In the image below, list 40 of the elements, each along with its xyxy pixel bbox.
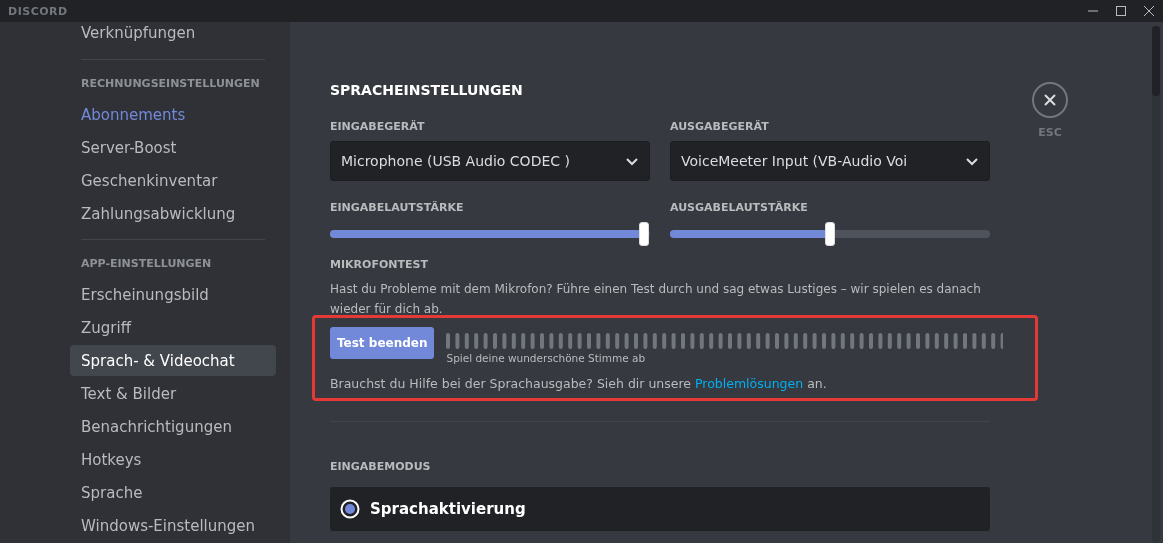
close-icon[interactable] [1144,6,1154,16]
close-icon[interactable] [1032,82,1068,118]
description-text: Hast du Probleme mit dem Mikrofon? Führe einen Test durch und sag etwas Lustiges – wir spielen es danach wieder für dich ab. [330,281,982,318]
sidebar-item[interactable]: Sprache [70,477,276,509]
section-header: APP-EINSTELLUNGEN [80,256,213,273]
sidebar-item[interactable]: Windows-Einstellungen [70,510,276,541]
slider-handle[interactable] [825,222,835,246]
sidebar-item[interactable]: Text & Bilder [70,378,276,410]
sidebar-item[interactable]: Hotkeys [70,444,276,476]
volume-slider[interactable] [670,222,990,246]
scrollbar[interactable] [1152,26,1160,543]
field-label: AUSGABELAUTSTÄRKE [670,201,809,214]
esc-label: ESC [1038,126,1062,139]
device-select[interactable]: VoiceMeeter Input (VB-Audio Voi [670,141,990,181]
section-header: RECHNUNGSEINSTELLUNGEN [80,76,261,93]
sidebar-item[interactable]: Zugriff [70,312,276,344]
section-label: EINGABEMODUS [330,460,432,473]
section-label: MIKROFONTEST [330,258,429,271]
meter-hint: Spiel deine wunderschöne Stimme ab [446,352,647,364]
slider-handle[interactable] [638,222,649,246]
help-text: Brauchst du Hilfe bei der Sprachausgabe? Sieh dir unsere Problemlösungen an. [330,376,828,391]
sidebar-item[interactable]: Sprach- & Videochat [70,345,276,377]
sidebar-item[interactable]: Verknüpfungen [70,22,276,49]
radio-option[interactable]: Sprachaktivierung [330,487,990,531]
radio-icon [340,499,360,519]
sidebar-item[interactable]: Geschenkinventar [70,165,276,197]
maximize-icon[interactable] [1116,6,1126,16]
app-logo: DISCORD [8,4,68,18]
sidebar-item[interactable]: Server-Boost [70,132,276,164]
device-select[interactable]: Microphone (USB Audio CODEC ) [330,141,650,181]
sidebar-item[interactable]: Abonnements [70,99,276,131]
sidebar-item[interactable]: Erscheinungsbild [70,279,276,311]
page-title: SPRACHEINSTELLUNGEN [330,82,524,98]
field-label: EINGABELAUTSTÄRKE [330,201,465,214]
field-label: EINGABEGERÄT [330,120,426,133]
field-label: AUSGABEGERÄT [670,120,770,133]
volume-slider[interactable] [330,222,650,246]
sidebar-item[interactable]: Benachrichtigungen [70,411,276,443]
troubleshooting-link[interactable]: Problemlösungen [695,376,804,391]
sidebar-item[interactable]: Zahlungsabwicklung [70,198,276,230]
